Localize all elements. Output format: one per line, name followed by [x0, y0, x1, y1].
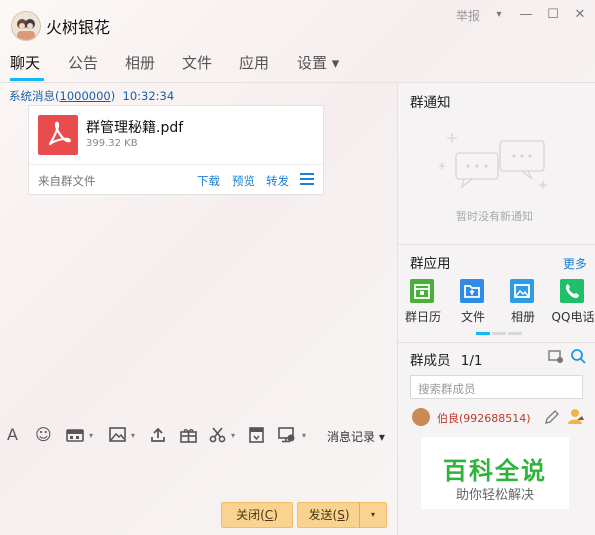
report-link[interactable]: 举报	[456, 7, 480, 24]
message-time: 10:32:34	[122, 89, 175, 103]
app-files[interactable]: 文件	[446, 279, 500, 324]
dropdown-icon[interactable]: ▾	[492, 8, 506, 22]
system-message-suffix: )	[110, 89, 116, 103]
system-message-header: 系统消息(1000000) 10:32:34	[9, 88, 174, 104]
screenshot-icon[interactable]	[209, 427, 226, 445]
chat-window: 火树银花 举报 ▾ — ☐ ✕ 聊天 公告 相册 文件 应用 设置 ▾ 系统消息…	[0, 0, 595, 535]
tab-files[interactable]: 文件	[182, 52, 212, 73]
message-history-button[interactable]: 消息记录 ▾	[327, 428, 385, 445]
send-button[interactable]: 发送(S)	[297, 502, 361, 528]
tab-settings[interactable]: 设置 ▾	[297, 52, 339, 73]
empty-notice-illustration	[438, 123, 553, 198]
phone-icon	[560, 279, 584, 303]
tab-apps[interactable]: 应用	[239, 52, 269, 73]
close-button-label: 关闭(	[236, 508, 265, 522]
folder-upload-icon	[460, 279, 484, 303]
forward-link[interactable]: 转发	[266, 173, 289, 189]
file-source: 来自群文件	[38, 174, 96, 188]
file-size: 399.32 KB	[86, 138, 138, 149]
members-title-label: 群成员	[410, 353, 451, 369]
app-calendar[interactable]: 群日历	[396, 279, 450, 324]
message-list: 系统消息(1000000) 10:32:34 群管理秘籍.pdf 399.32 …	[0, 83, 397, 423]
calendar-icon	[410, 279, 434, 303]
apps-page-indicator[interactable]	[508, 332, 522, 335]
member-name: 伯良(992688514)	[437, 412, 531, 425]
active-tab-indicator	[10, 78, 44, 81]
close-icon[interactable]: ✕	[573, 8, 587, 22]
system-message-prefix: 系统消息(	[9, 89, 60, 103]
send-options-button[interactable]: ▾	[359, 502, 387, 528]
group-title: 火树银花	[46, 18, 111, 37]
search-placeholder: 搜索群成员	[418, 382, 476, 396]
shake-icon[interactable]	[249, 427, 264, 445]
input-toolbar: A ☺ ▾ ▾ ▾ ▾ 消息记录 ▾	[0, 423, 397, 447]
section-divider	[398, 244, 595, 245]
members-title: 群成员 1/1	[410, 349, 483, 369]
avatar-image	[12, 12, 40, 40]
font-icon[interactable]: A	[7, 426, 18, 444]
app-qq-call[interactable]: QQ电话	[546, 279, 595, 324]
emoji-icon[interactable]: ☺	[35, 426, 52, 444]
close-hotkey: C	[264, 508, 274, 522]
window-header: 火树银花 举报 ▾ — ☐ ✕ 聊天 公告 相册 文件 应用 设置 ▾	[0, 0, 595, 82]
member-search-input[interactable]: 搜索群成员	[410, 375, 583, 399]
members-count: 1/1	[460, 353, 483, 369]
app-label: 文件	[460, 310, 485, 324]
download-link[interactable]: 下载	[197, 173, 220, 189]
apps-more-link[interactable]: 更多	[563, 255, 587, 272]
more-menu-icon[interactable]	[300, 173, 314, 185]
gift-icon[interactable]	[180, 427, 197, 445]
notice-title: 群通知	[410, 95, 451, 111]
file-name[interactable]: 群管理秘籍.pdf	[86, 117, 183, 137]
send-hotkey: S	[337, 508, 345, 522]
app-album[interactable]: 相册	[496, 279, 550, 324]
apps-title: 群应用	[410, 256, 451, 272]
send-button-end: )	[344, 508, 350, 522]
member-search-icon[interactable]	[570, 348, 586, 367]
pdf-icon	[38, 115, 78, 155]
screenshot-caret-icon[interactable]: ▾	[231, 431, 235, 440]
image-icon[interactable]	[109, 427, 126, 445]
photo-icon	[510, 279, 534, 303]
remote-assist-icon[interactable]	[278, 427, 296, 445]
empty-notice-text: 暂时没有新通知	[456, 210, 533, 223]
app-label: 相册	[510, 310, 535, 324]
app-label: 群日历	[404, 310, 441, 324]
minimize-icon[interactable]: —	[519, 8, 533, 22]
image-caret-icon[interactable]: ▾	[131, 431, 135, 440]
apps-page-indicator-active[interactable]	[476, 332, 490, 335]
watermark-title: 百科全说	[443, 457, 547, 485]
group-owner-icon	[567, 407, 585, 428]
tab-announcement[interactable]: 公告	[68, 52, 98, 73]
apps-page-indicator[interactable]	[492, 332, 506, 335]
edit-icon[interactable]	[544, 409, 560, 428]
remote-caret-icon[interactable]: ▾	[302, 431, 306, 440]
maximize-icon[interactable]: ☐	[546, 8, 560, 22]
member-avatar	[412, 408, 430, 426]
invite-member-icon[interactable]	[548, 349, 564, 367]
group-avatar[interactable]	[11, 11, 41, 41]
watermark-subtitle: 助你轻松解决	[455, 488, 534, 503]
tab-album[interactable]: 相册	[125, 52, 155, 73]
watermark: 百科全说 助你轻松解决	[421, 437, 569, 509]
section-divider	[398, 342, 595, 343]
system-id-link[interactable]: 1000000	[60, 89, 111, 103]
gif-icon[interactable]	[66, 427, 84, 445]
gif-caret-icon[interactable]: ▾	[89, 431, 93, 440]
preview-link[interactable]: 预览	[232, 173, 255, 189]
file-card-divider	[29, 164, 323, 165]
tab-chat[interactable]: 聊天	[10, 52, 40, 73]
member-row[interactable]: 伯良(992688514)	[410, 406, 590, 428]
file-card[interactable]: 群管理秘籍.pdf 399.32 KB 来自群文件 下载 预览 转发	[28, 105, 324, 195]
send-button-label: 发送(	[308, 508, 338, 522]
app-label: QQ电话	[551, 310, 595, 324]
close-button[interactable]: 关闭(C)	[221, 502, 293, 528]
upload-icon[interactable]	[150, 427, 166, 445]
close-button-end: )	[273, 508, 278, 522]
